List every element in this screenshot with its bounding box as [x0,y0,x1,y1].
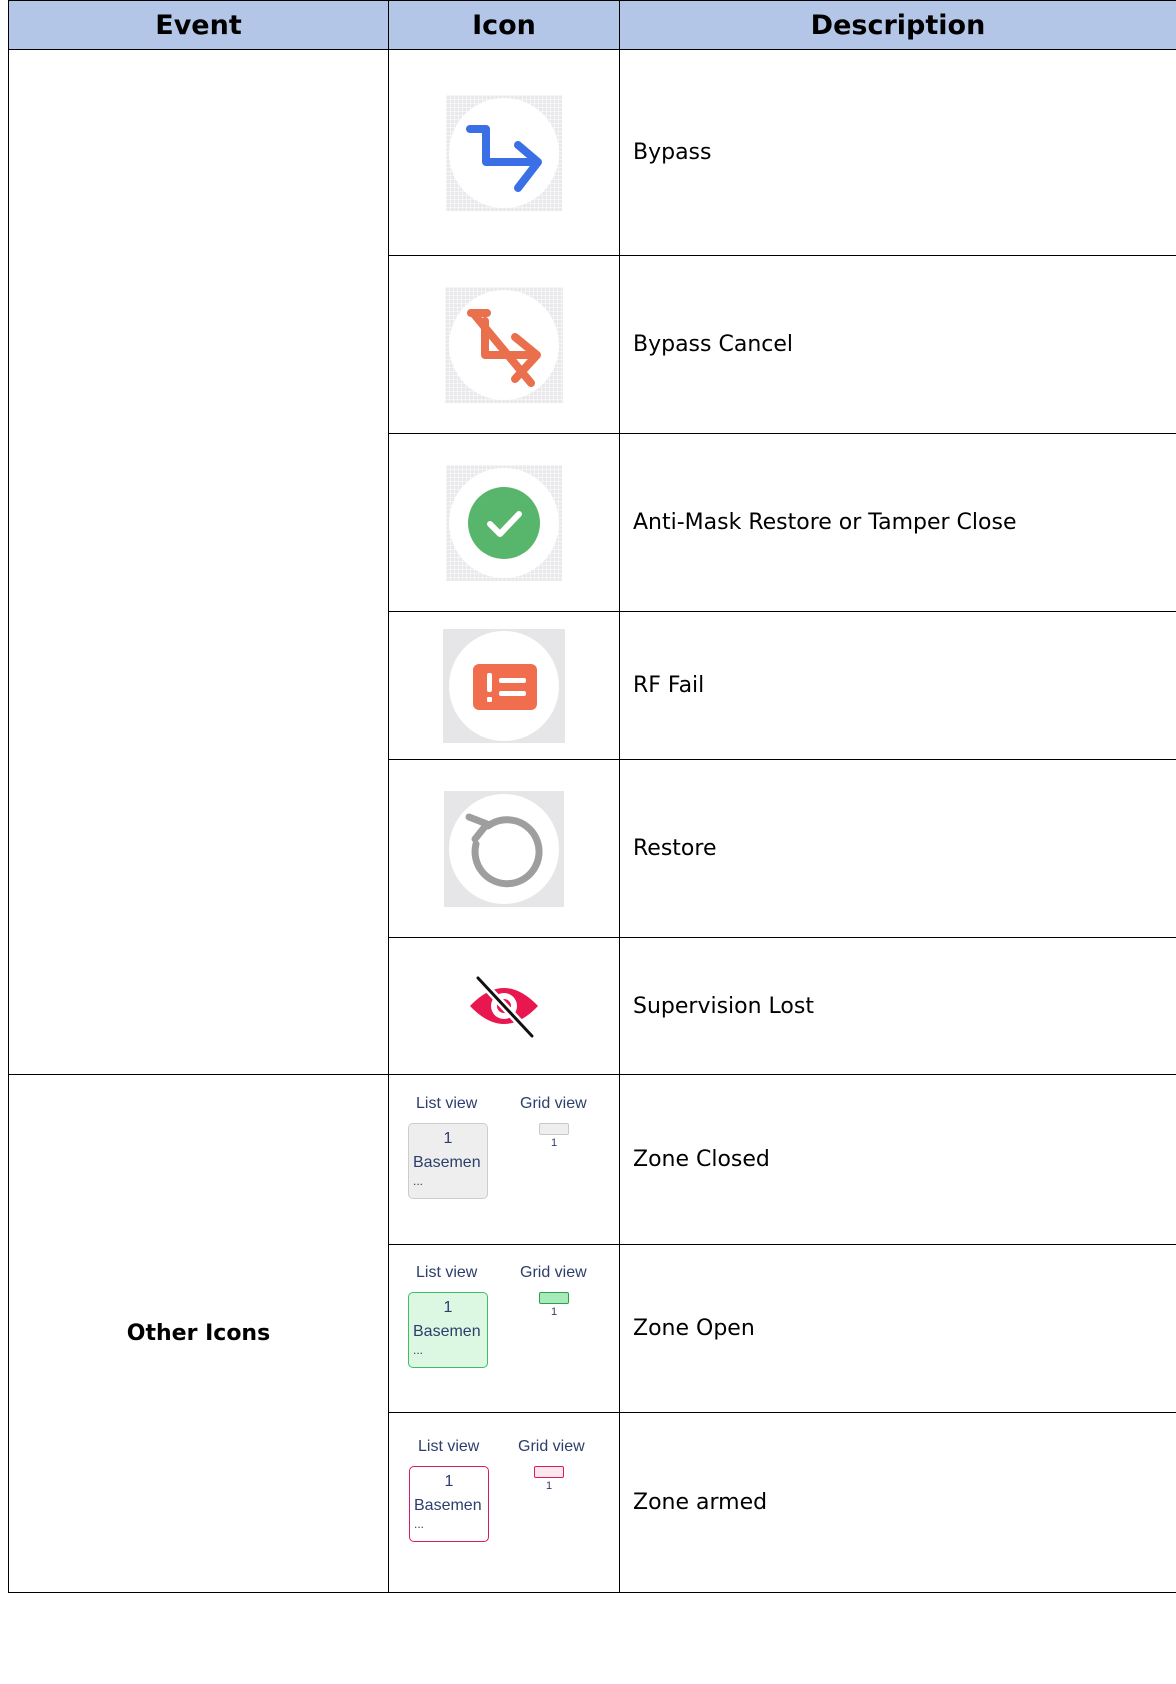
list-view-label: List view [418,1437,480,1455]
description-cell: Zone armed [619,1412,1176,1593]
bypass-icon [446,94,562,211]
table-row: Other Icons List view Grid view 1 Baseme… [8,1074,1176,1593]
zone-card-list: 1 Basemen ... [408,1122,488,1199]
description-cell: Bypass Cancel [619,255,1176,434]
header-event: Event [8,0,389,50]
rf-fail-icon [443,628,565,743]
icon-cell [388,611,620,760]
icon-cell [388,759,620,938]
icon-cell: List view Grid view 1 Basemen ... 1 [388,1412,620,1593]
zone-closed-icon: List view Grid view 1 Basemen ... 1 [404,1095,604,1225]
zone-card-list: 1 Basemen ... [409,1465,489,1542]
description-cell: RF Fail [619,611,1176,760]
list-view-label: List view [416,1263,478,1281]
table-row: Bypass [8,49,1176,1075]
description-cell: Restore [619,759,1176,938]
zone-tile-number: 1 [546,1479,553,1492]
grid-view-label: Grid view [520,1263,587,1281]
icon-cell [388,49,620,256]
zone-tile-grid [539,1122,569,1135]
restore-icon [444,790,564,907]
description-cell: Supervision Lost [619,937,1176,1075]
icon-cell: List view Grid view 1 Basemen ... 1 [388,1074,620,1245]
header-description: Description [619,0,1176,50]
zone-open-icon: List view Grid view 1 Basemen ... 1 [404,1264,604,1394]
zone-armed-icon: List view Grid view 1 Basemen ... 1 [404,1438,604,1568]
zone-tile-grid [534,1465,564,1478]
zone-tile-number: 1 [551,1305,558,1318]
event-icon-table: Event Icon Description Bypass Bypass Can… [8,0,1176,1593]
grid-view-label: Grid view [518,1437,585,1455]
header-row: Event Icon Description [8,0,1176,50]
check-circle-icon [446,464,562,581]
list-view-label: List view [416,1094,478,1112]
icon-cell [388,433,620,612]
eye-off-icon [464,966,544,1046]
icon-cell [388,937,620,1075]
zone-tile-grid [539,1291,569,1304]
zone-tile-number: 1 [551,1136,558,1149]
description-cell: Zone Closed [619,1074,1176,1245]
icon-cell: List view Grid view 1 Basemen ... 1 [388,1244,620,1413]
grid-view-label: Grid view [520,1094,587,1112]
description-cell: Bypass [619,49,1176,256]
icon-cell [388,255,620,434]
event-cell-other-icons: Other Icons [8,1074,389,1593]
bypass-cancel-icon [445,286,563,403]
description-cell: Zone Open [619,1244,1176,1413]
header-icon: Icon [388,0,620,50]
description-cell: Anti-Mask Restore or Tamper Close [619,433,1176,612]
zone-card-list: 1 Basemen ... [408,1291,488,1368]
event-cell-blank [8,49,389,1075]
